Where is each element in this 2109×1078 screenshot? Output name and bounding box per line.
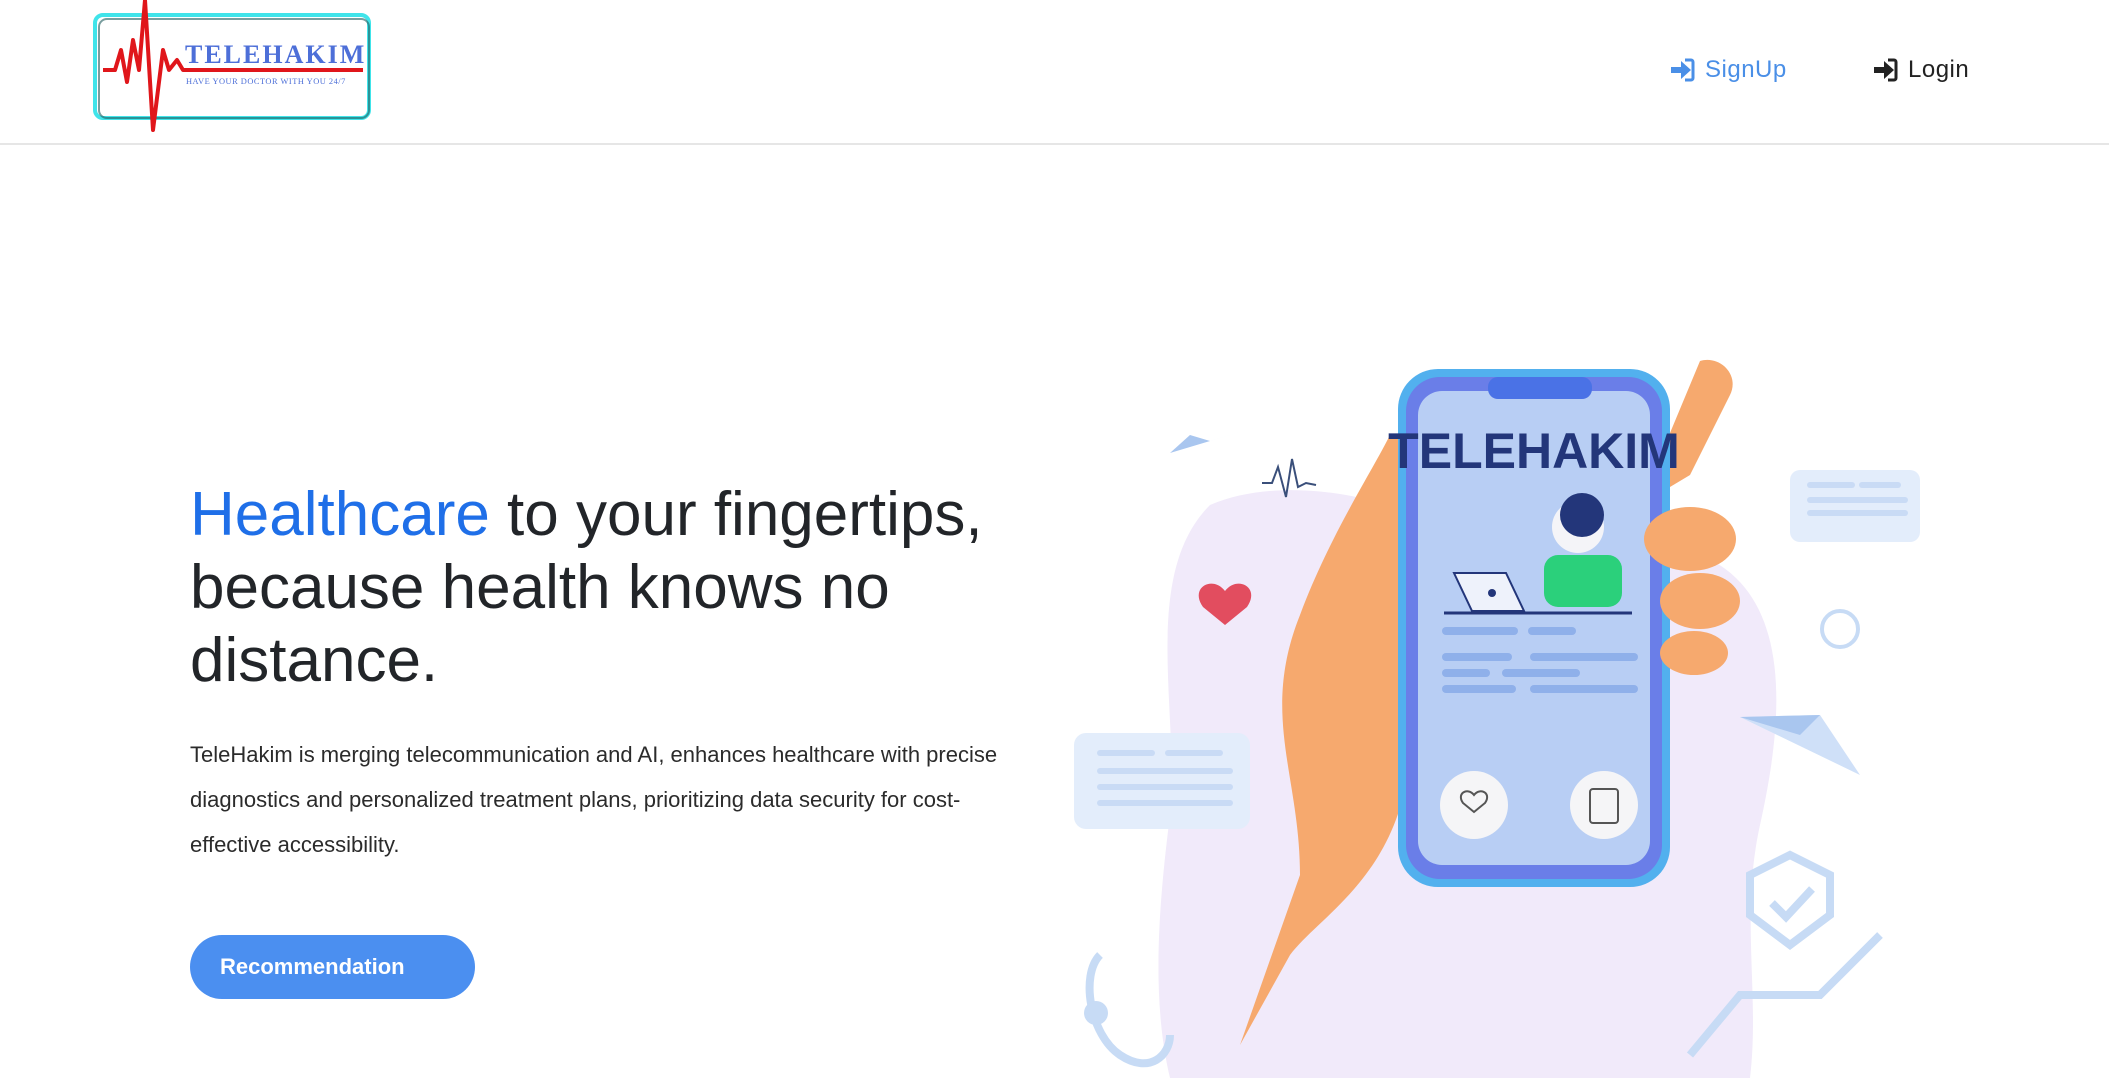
hero-illustration: TELEHAKIM <box>1060 355 1940 1078</box>
hero-description: TeleHakim is merging telecommunication a… <box>190 742 998 857</box>
telehakim-logo[interactable]: TELEHAKIM HAVE YOUR DOCTOR WITH YOU 24/7 <box>93 0 373 132</box>
login-link[interactable]: Login <box>1872 50 1969 90</box>
signup-link[interactable]: SignUp <box>1669 50 1787 90</box>
sign-in-icon <box>1874 58 1898 82</box>
phone-doctor-illustration: TELEHAKIM <box>1074 359 1920 1078</box>
logo-tagline: HAVE YOUR DOCTOR WITH YOU 24/7 <box>186 77 346 86</box>
logo-wordmark: TELEHAKIM <box>185 40 366 69</box>
logo-mark: TELEHAKIM HAVE YOUR DOCTOR WITH YOU 24/7 <box>93 0 371 132</box>
recommendation-button[interactable]: Recommendation <box>190 935 475 999</box>
hero-title: Healthcare to your fingertips, because h… <box>190 478 1050 697</box>
phone-screen-title: TELEHAKIM <box>1388 423 1680 479</box>
login-label: Login <box>1908 56 1970 83</box>
navbar: TELEHAKIM HAVE YOUR DOCTOR WITH YOU 24/7… <box>0 0 2109 145</box>
sign-in-icon <box>1671 58 1695 82</box>
signup-label: SignUp <box>1705 56 1787 83</box>
hero-title-accent: Healthcare <box>190 480 490 549</box>
